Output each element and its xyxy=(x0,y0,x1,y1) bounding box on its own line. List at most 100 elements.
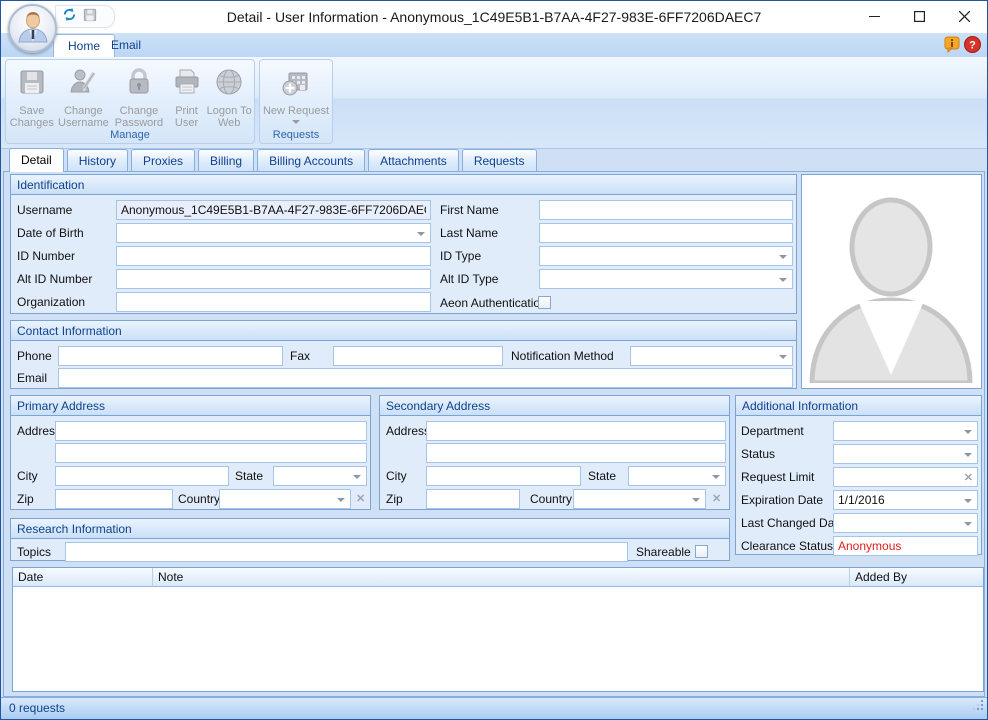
expiration-date-combo[interactable]: 1/1/2016 xyxy=(833,490,978,510)
user-photo-box xyxy=(801,174,982,389)
svg-text:?: ? xyxy=(969,40,976,52)
minimize-button[interactable] xyxy=(852,1,897,32)
identification-section: Identification Username Date of Birth ID… xyxy=(10,174,797,314)
phone-label: Phone xyxy=(17,346,52,366)
fax-field[interactable] xyxy=(333,346,503,366)
application-menu-button[interactable] xyxy=(8,4,57,53)
ribbon-tab-row: Home Email ? xyxy=(1,33,987,57)
last-changed-date-combo[interactable] xyxy=(833,513,978,533)
print-user-button[interactable]: Print User xyxy=(167,64,207,129)
primary-address-line1-field[interactable] xyxy=(55,421,367,441)
email-field[interactable] xyxy=(58,368,793,388)
chevron-down-icon xyxy=(964,453,972,457)
chevron-down-icon xyxy=(964,430,972,434)
tab-billing-accounts[interactable]: Billing Accounts xyxy=(257,149,365,172)
id-number-field[interactable] xyxy=(116,246,431,266)
tab-billing[interactable]: Billing xyxy=(198,149,254,172)
change-password-button[interactable]: Change Password xyxy=(111,64,167,129)
email-label: Email xyxy=(17,368,47,388)
topics-label: Topics xyxy=(17,542,51,562)
close-button[interactable] xyxy=(942,1,987,32)
aeon-authentication-checkbox[interactable] xyxy=(538,296,551,309)
chevron-down-icon xyxy=(964,522,972,526)
clearance-status-field[interactable] xyxy=(833,536,978,556)
organization-field[interactable] xyxy=(116,292,431,312)
maximize-button[interactable] xyxy=(897,1,942,32)
tab-attachments[interactable]: Attachments xyxy=(368,149,459,172)
secondary-address-header: Secondary Address xyxy=(380,396,729,416)
first-name-field[interactable] xyxy=(539,200,793,220)
secondary-address-line2-field[interactable] xyxy=(426,443,726,463)
logon-to-web-button[interactable]: Logon To Web xyxy=(206,64,252,129)
detail-tabstrip: Detail History Proxies Billing Billing A… xyxy=(9,149,537,172)
change-username-button[interactable]: Change Username xyxy=(56,64,112,129)
primary-country-combo[interactable] xyxy=(219,489,351,509)
alt-id-type-combo[interactable] xyxy=(539,269,793,289)
notification-method-combo[interactable] xyxy=(630,346,793,366)
department-combo[interactable] xyxy=(833,421,978,441)
research-information-section: Research Information Topics Shareable xyxy=(10,518,730,561)
new-request-icon xyxy=(280,66,312,103)
tab-detail[interactable]: Detail xyxy=(9,148,64,172)
primary-zip-label: Zip xyxy=(17,489,34,509)
request-count-status: 0 requests xyxy=(9,701,65,715)
research-information-header: Research Information xyxy=(11,519,729,539)
secondary-country-combo[interactable] xyxy=(573,489,706,509)
primary-state-combo[interactable] xyxy=(273,466,367,486)
primary-address-header: Primary Address xyxy=(11,396,370,416)
request-limit-field[interactable]: ✕ xyxy=(833,467,978,487)
secondary-country-label: Country xyxy=(530,489,572,509)
notes-column-added-by[interactable]: Added By xyxy=(850,568,983,587)
primary-address-section: Primary Address Address City State Zip C… xyxy=(10,395,371,510)
tab-requests[interactable]: Requests xyxy=(462,149,537,172)
primary-city-field[interactable] xyxy=(55,466,229,486)
last-name-label: Last Name xyxy=(440,223,498,243)
tab-proxies[interactable]: Proxies xyxy=(131,149,195,172)
id-type-combo[interactable] xyxy=(539,246,793,266)
shareable-checkbox[interactable] xyxy=(695,545,708,558)
secondary-address-section: Secondary Address Address City State Zip… xyxy=(379,395,730,510)
alt-id-number-field[interactable] xyxy=(116,269,431,289)
secondary-zip-field[interactable] xyxy=(426,489,520,509)
save-changes-button[interactable]: Save Changes xyxy=(8,64,56,129)
alt-id-number-label: Alt ID Number xyxy=(17,269,92,289)
primary-city-label: City xyxy=(17,466,38,486)
primary-state-label: State xyxy=(235,466,263,486)
phone-field[interactable] xyxy=(58,346,283,366)
notes-column-date[interactable]: Date xyxy=(13,568,153,587)
chevron-down-icon xyxy=(417,232,425,236)
secondary-address-line1-field[interactable] xyxy=(426,421,726,441)
secondary-country-clear-icon[interactable]: ✕ xyxy=(712,489,721,509)
title-bar: Detail - User Information - Anonymous_1C… xyxy=(1,1,987,33)
refresh-icon[interactable] xyxy=(62,7,77,26)
secondary-state-combo[interactable] xyxy=(628,466,726,486)
shareable-label: Shareable xyxy=(636,542,691,562)
topics-field[interactable] xyxy=(65,542,628,562)
aeon-authentication-label: Aeon Authentication xyxy=(440,293,547,313)
notes-column-note[interactable]: Note xyxy=(153,568,850,587)
date-of-birth-combo[interactable] xyxy=(116,223,431,243)
tab-history[interactable]: History xyxy=(67,149,128,172)
username-field[interactable] xyxy=(116,200,431,220)
primary-address-line2-field[interactable] xyxy=(55,443,367,463)
help-icon[interactable]: ? xyxy=(964,36,981,57)
identification-header: Identification xyxy=(11,175,796,195)
request-limit-clear-icon[interactable]: ✕ xyxy=(964,468,973,488)
new-request-button[interactable]: New Request xyxy=(262,64,330,124)
date-of-birth-label: Date of Birth xyxy=(17,223,84,243)
chevron-down-icon xyxy=(779,355,787,359)
resize-grip-icon[interactable] xyxy=(972,699,985,717)
last-name-field[interactable] xyxy=(539,223,793,243)
save-icon[interactable] xyxy=(83,8,97,26)
chevron-down-icon xyxy=(779,255,787,259)
clearance-status-label: Clearance Status xyxy=(741,536,833,556)
primary-country-clear-icon[interactable]: ✕ xyxy=(356,489,365,509)
requests-group-label: Requests xyxy=(260,127,332,143)
window-title: Detail - User Information - Anonymous_1C… xyxy=(1,9,987,25)
primary-zip-field[interactable] xyxy=(55,489,173,509)
status-combo[interactable] xyxy=(833,444,978,464)
ribbon-tab-email[interactable]: Email xyxy=(97,34,155,57)
secondary-city-field[interactable] xyxy=(426,466,581,486)
about-icon[interactable] xyxy=(944,36,960,57)
new-request-dropdown-icon[interactable] xyxy=(292,120,300,124)
